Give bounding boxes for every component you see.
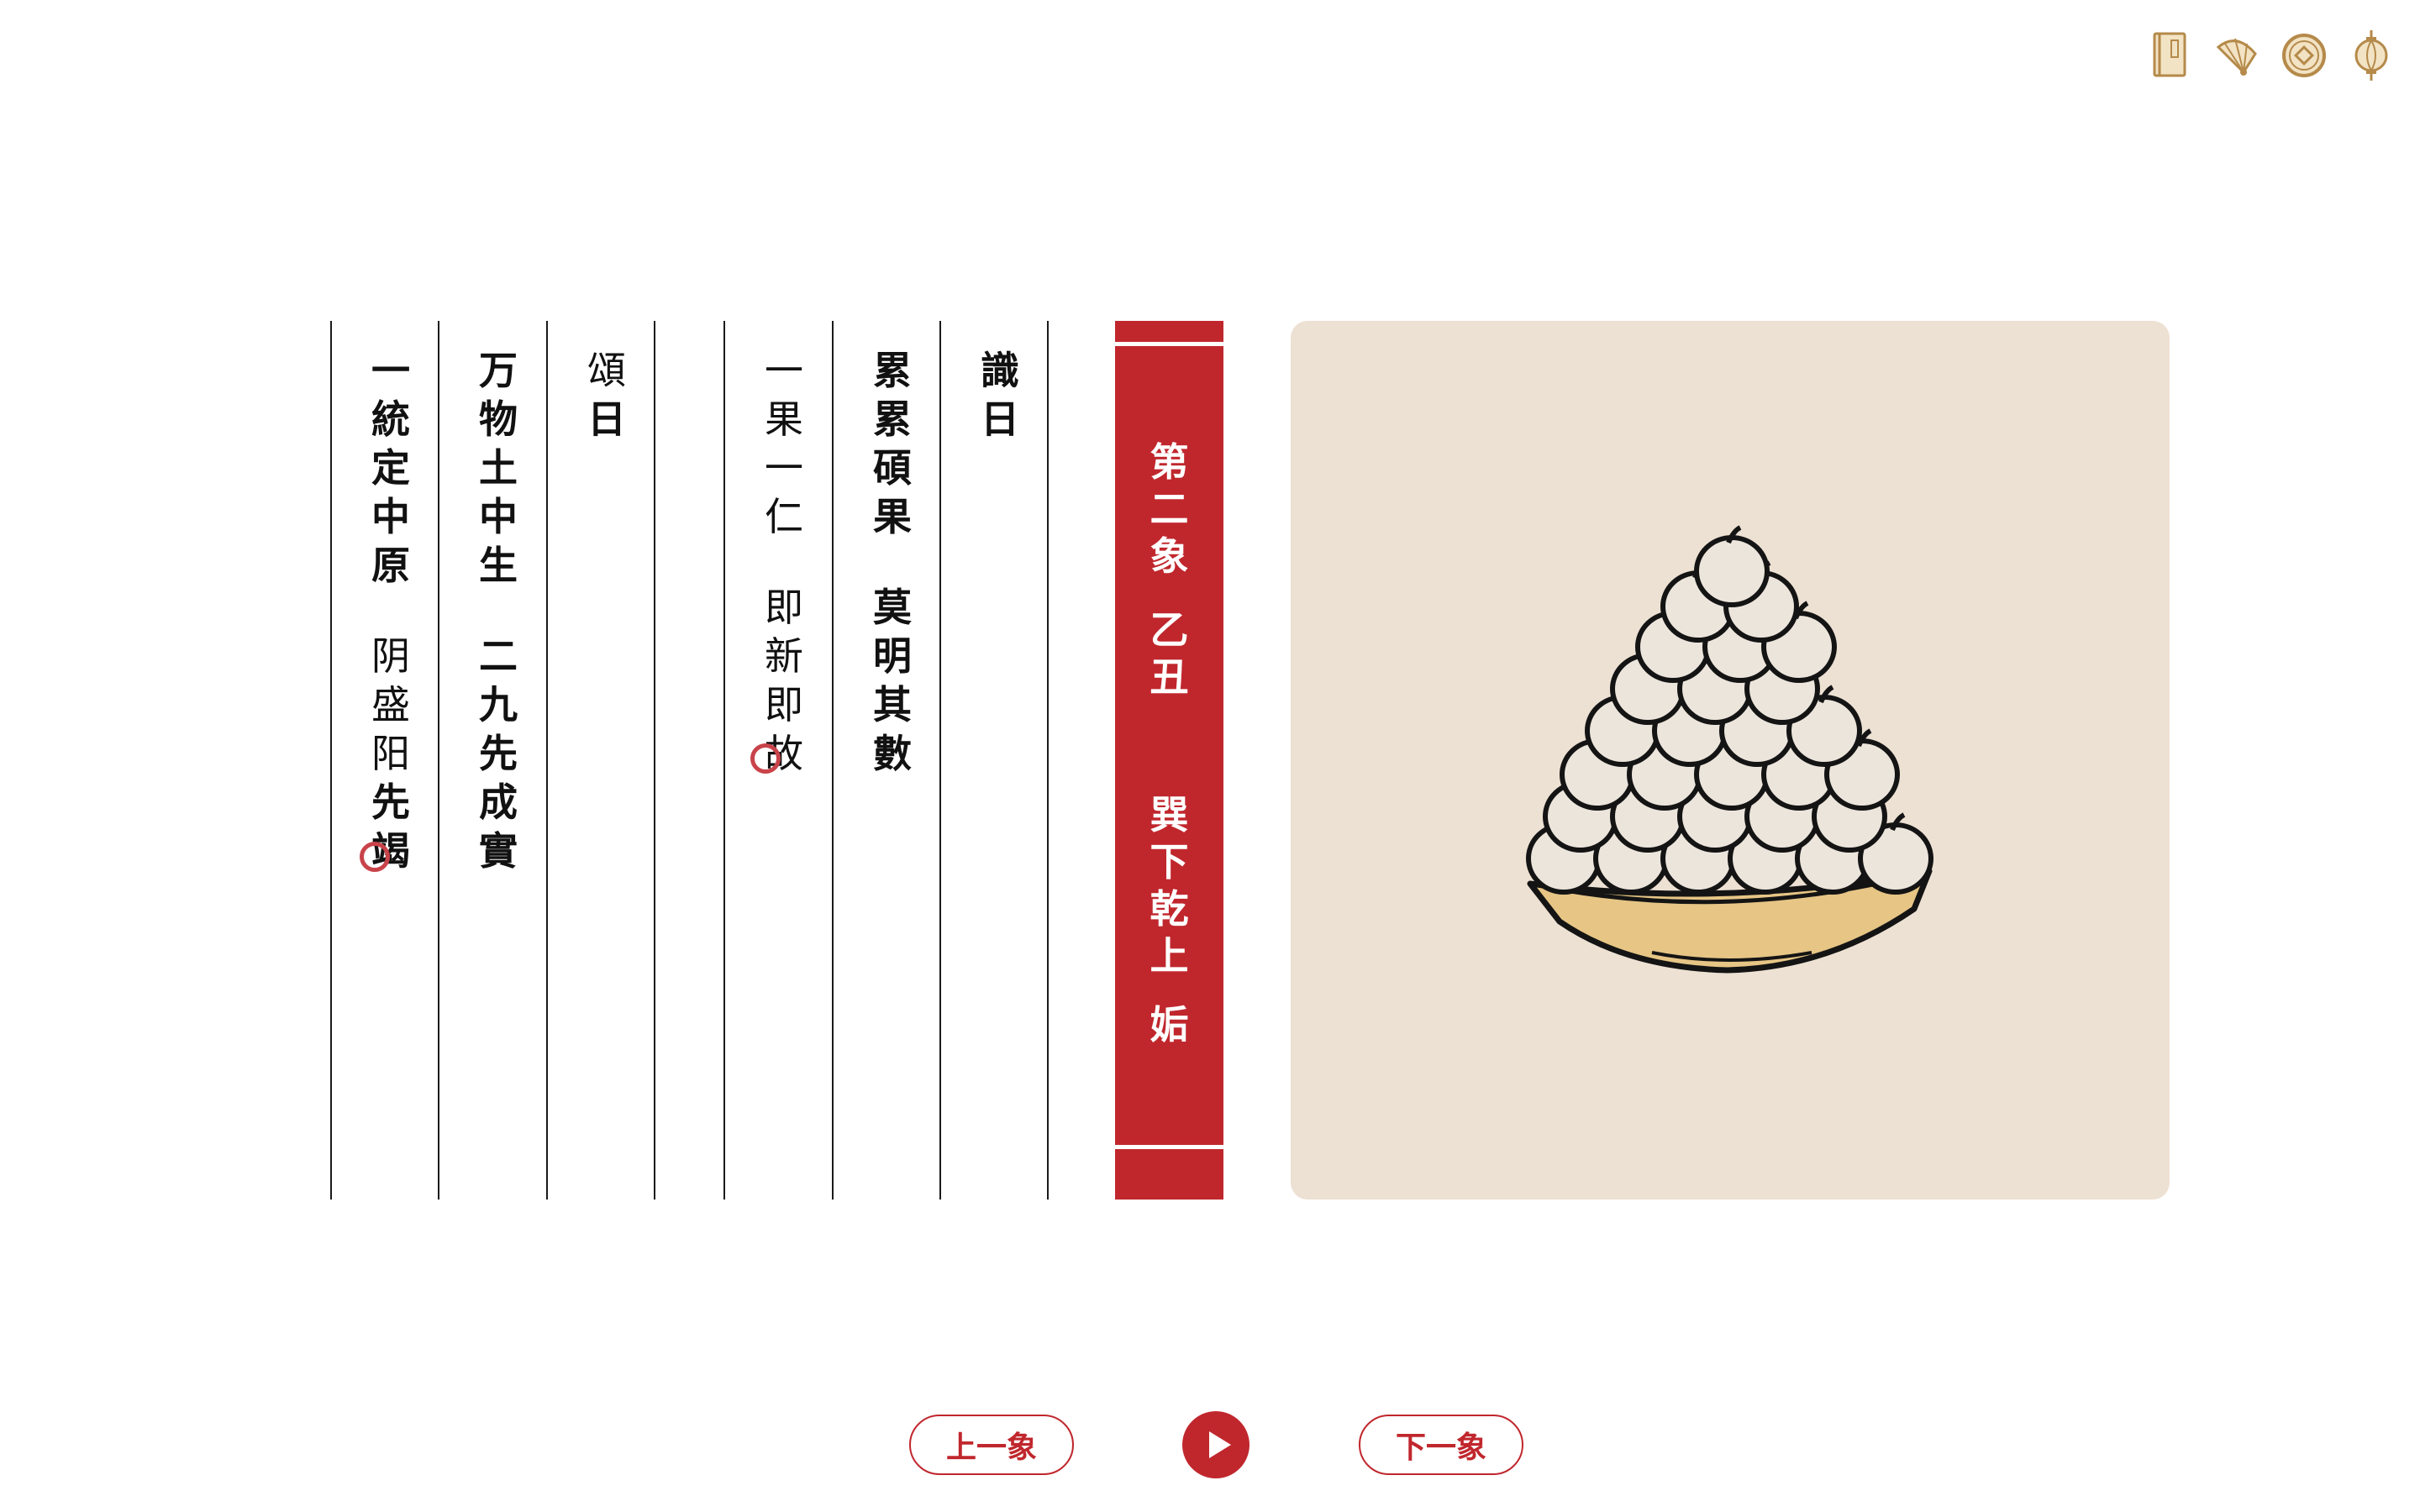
fan-icon[interactable] bbox=[2210, 29, 2264, 82]
annotation-circle-marker bbox=[750, 743, 781, 774]
column-char: 果 bbox=[765, 396, 803, 442]
column-char: 日 bbox=[587, 396, 626, 442]
fruit-pyramid-illustration bbox=[1526, 525, 1933, 974]
column-char: 莫 bbox=[873, 585, 912, 630]
play-button[interactable] bbox=[1182, 1411, 1249, 1478]
prev-button[interactable]: 上一象 bbox=[909, 1415, 1074, 1475]
column-char: 仁 bbox=[765, 494, 803, 539]
book-icon[interactable] bbox=[2143, 29, 2196, 82]
column-char: 果 bbox=[873, 494, 912, 539]
prophecy-line-2: 一 果 一 仁 即 新 即 故 bbox=[760, 346, 808, 778]
fruit bbox=[1694, 535, 1770, 607]
column-char: 日 bbox=[981, 396, 1019, 442]
column-char: 一 bbox=[765, 445, 803, 491]
column-char: 中 bbox=[479, 494, 518, 539]
hexagram-spine: 第 二 象 乙 丑 巽 下 乾 上 姤 bbox=[1115, 321, 1223, 1200]
play-icon bbox=[1209, 1431, 1231, 1458]
column-char: 物 bbox=[479, 396, 518, 442]
column-rule bbox=[546, 321, 548, 1200]
spine-char: 下 bbox=[1150, 839, 1189, 885]
column-char: 先 bbox=[479, 731, 518, 776]
column-char: 碩 bbox=[873, 445, 912, 491]
column-rule bbox=[330, 321, 332, 1200]
column-char: 明 bbox=[873, 633, 912, 679]
column-char: 阴 bbox=[371, 633, 410, 679]
column-char: 即 bbox=[765, 682, 803, 727]
column-rule bbox=[438, 321, 439, 1200]
column-char: 一 bbox=[371, 348, 410, 393]
prophecy-heading: 識 日 bbox=[976, 346, 1023, 444]
spine-char: 姤 bbox=[1150, 1002, 1189, 1047]
spine-char: 第 bbox=[1150, 439, 1189, 485]
column-char: 生 bbox=[479, 543, 518, 588]
spine-char: 乙 bbox=[1150, 607, 1189, 653]
column-char: 數 bbox=[873, 731, 912, 776]
column-char: 即 bbox=[765, 585, 803, 630]
column-rule bbox=[832, 321, 834, 1200]
column-char: 二 bbox=[479, 633, 518, 679]
column-char: 其 bbox=[873, 682, 912, 727]
column-char: 盛 bbox=[371, 682, 410, 727]
column-char: 先 bbox=[371, 780, 410, 825]
verse-line-1: 万 物 土 中 生 二 九 先 成 實 bbox=[475, 346, 522, 875]
spine-char: 巽 bbox=[1150, 792, 1189, 837]
column-char: 中 bbox=[371, 494, 410, 539]
column-rule bbox=[723, 321, 725, 1200]
column-char: 實 bbox=[479, 828, 518, 874]
spine-char: 上 bbox=[1150, 933, 1189, 979]
annotation-circle-marker bbox=[360, 842, 390, 872]
spine-char: 象 bbox=[1150, 533, 1189, 579]
column-char: 統 bbox=[371, 396, 410, 442]
top-toolbar bbox=[2143, 29, 2420, 87]
verse-line-2: 一 統 定 中 原 阴 盛 阳 先 竭 bbox=[367, 346, 414, 875]
column-char: 原 bbox=[371, 543, 410, 588]
column-char: 九 bbox=[479, 682, 518, 727]
verse-heading: 頌 日 bbox=[583, 346, 630, 444]
column-char: 阳 bbox=[371, 731, 410, 776]
column-char: 成 bbox=[479, 780, 518, 825]
column-char: 定 bbox=[371, 445, 410, 491]
spine-char: 乾 bbox=[1150, 886, 1189, 932]
coin-icon[interactable] bbox=[2277, 29, 2331, 82]
prophecy-line-1: 累 累 碩 果 莫 明 其 數 bbox=[869, 346, 916, 778]
column-rule bbox=[939, 321, 941, 1200]
column-char: 累 bbox=[873, 348, 912, 393]
column-char: 一 bbox=[765, 348, 803, 393]
column-char: 土 bbox=[479, 445, 518, 491]
column-char: 万 bbox=[479, 348, 518, 393]
column-char: 新 bbox=[765, 633, 803, 679]
illustration-panel bbox=[1291, 321, 2170, 1200]
spine-char: 二 bbox=[1150, 486, 1189, 532]
column-rule bbox=[654, 321, 655, 1200]
spine-char: 丑 bbox=[1150, 654, 1189, 700]
spine-gua: 巽 下 乾 上 姤 bbox=[1115, 791, 1223, 1048]
spine-title: 第 二 象 乙 丑 bbox=[1115, 438, 1223, 701]
column-char: 累 bbox=[873, 396, 912, 442]
column-char: 頌 bbox=[587, 348, 626, 393]
next-button[interactable]: 下一象 bbox=[1359, 1415, 1523, 1475]
column-rule bbox=[1047, 321, 1049, 1200]
column-char: 識 bbox=[981, 348, 1019, 393]
lantern-icon[interactable] bbox=[2344, 29, 2398, 82]
